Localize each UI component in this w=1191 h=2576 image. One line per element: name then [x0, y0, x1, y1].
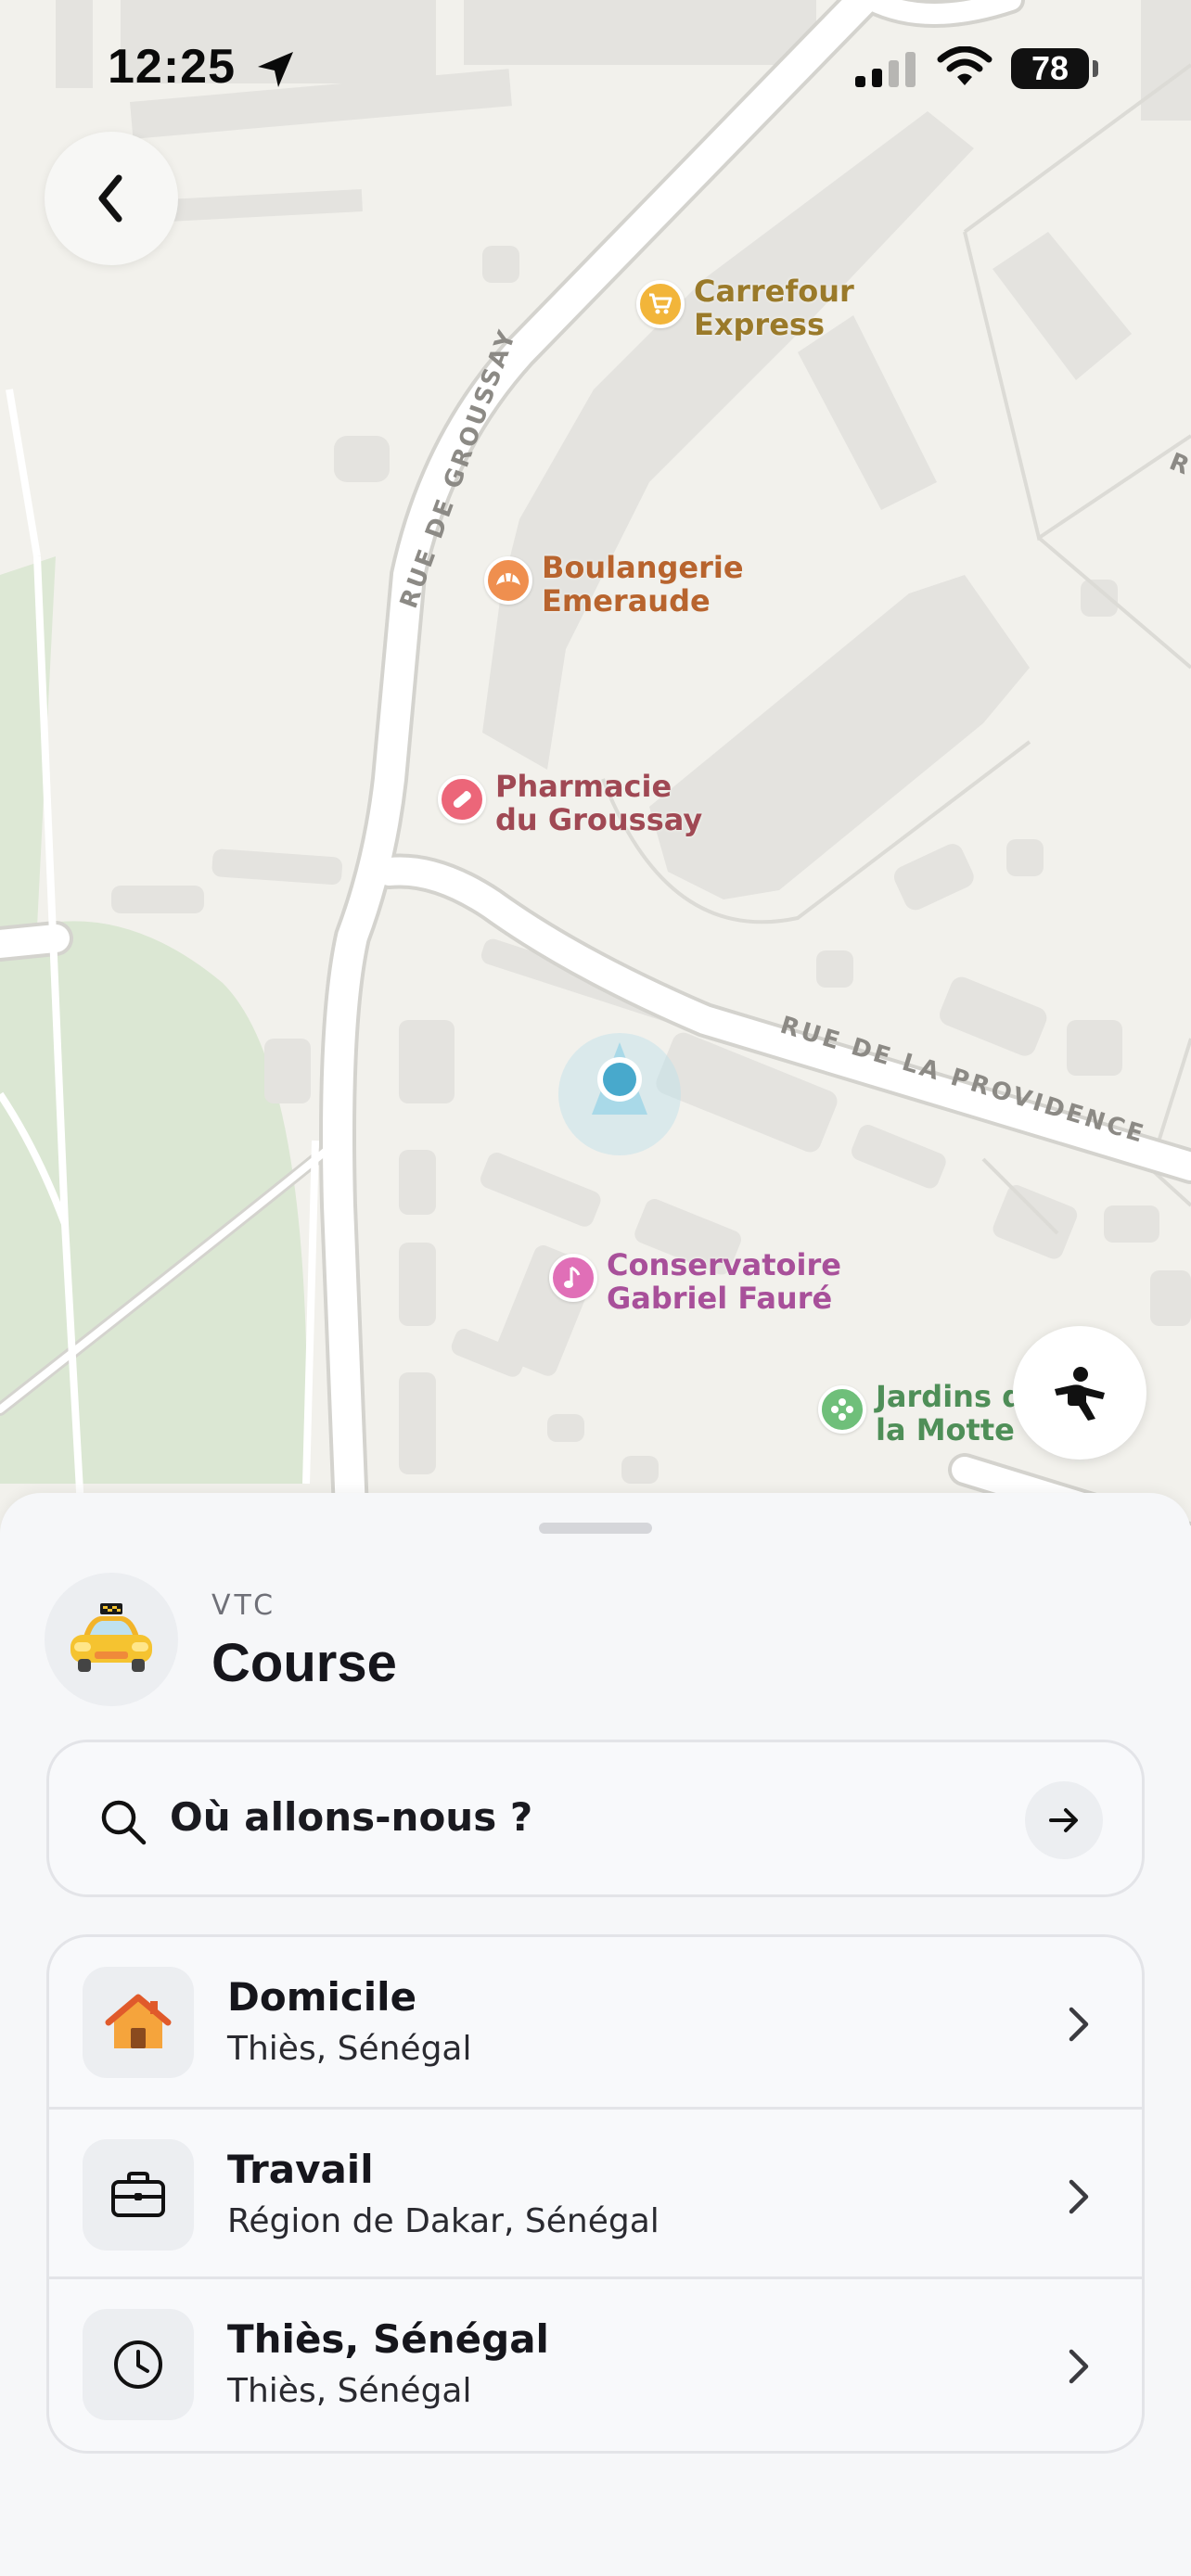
- service-title: Course: [211, 1633, 397, 1693]
- back-button[interactable]: [45, 132, 178, 265]
- taxi-icon: [45, 1573, 178, 1706]
- status-bar: 12:25 78: [0, 0, 1191, 139]
- poi-name-line1: Conservatoire: [607, 1247, 841, 1282]
- user-location-marker: [558, 1033, 681, 1155]
- chevron-right-icon: [1069, 2349, 1089, 2384]
- wifi-icon: [937, 46, 992, 85]
- destination-search-field[interactable]: Où allons-nous ?: [46, 1740, 1145, 1897]
- map-view[interactable]: RUE DE GROUSSAY RUE DE LA PROVIDENCE R C…: [0, 0, 1191, 1558]
- chevron-right-icon: [1069, 2007, 1089, 2042]
- poi-name-line1: Boulangerie: [542, 550, 744, 585]
- pill-icon: [438, 775, 486, 823]
- status-time: 12:25: [108, 40, 236, 94]
- poi-name-line1: Pharmacie: [495, 769, 672, 804]
- poi-name-line1: Jardins d: [876, 1379, 1024, 1414]
- poi-conservatoire-gabriel-faure[interactable]: Conservatoire Gabriel Fauré: [549, 1248, 841, 1315]
- home-icon: [83, 1967, 194, 2078]
- poi-name-line1: Carrefour: [694, 274, 854, 309]
- location-arrow-icon: [258, 52, 293, 87]
- briefcase-icon: [83, 2139, 194, 2251]
- poi-name-line2: Emeraude: [542, 583, 711, 618]
- place-name: Thiès, Sénégal: [227, 2316, 549, 2362]
- person-pointing-icon: [1055, 1367, 1105, 1421]
- poi-name-line2: Gabriel Fauré: [607, 1281, 833, 1316]
- poi-carrefour-express[interactable]: Carrefour Express: [636, 274, 854, 341]
- poi-name-line2: la Motte: [876, 1412, 1015, 1447]
- place-item-domicile[interactable]: Domicile Thiès, Sénégal: [49, 1937, 1142, 2107]
- poi-boulangerie-emeraude[interactable]: Boulangerie Emeraude: [484, 551, 744, 618]
- sheet-grabber[interactable]: [539, 1523, 652, 1534]
- chevron-left-icon: [98, 174, 122, 223]
- bottom-sheet[interactable]: VTC Course Où allons-nous ? Domicile Thi…: [0, 1493, 1191, 2576]
- battery-icon: 78: [1011, 48, 1089, 89]
- flower-icon: [818, 1385, 866, 1434]
- cart-icon: [636, 280, 685, 328]
- music-note-icon: [549, 1254, 597, 1302]
- place-name: Travail: [227, 2147, 374, 2192]
- place-subtitle: Thiès, Sénégal: [227, 2030, 472, 2068]
- service-category: VTC: [211, 1589, 277, 1622]
- arrow-right-icon: [1049, 1808, 1078, 1832]
- accessibility-button[interactable]: [1013, 1326, 1146, 1460]
- poi-pharmacie-du-groussay[interactable]: Pharmacie du Groussay: [438, 770, 702, 836]
- chevron-right-icon: [1069, 2179, 1089, 2214]
- cellular-signal-icon: [855, 52, 916, 87]
- poi-name-line2: Express: [694, 307, 825, 342]
- battery-level: 78: [1031, 49, 1069, 87]
- battery-cap: [1093, 60, 1098, 77]
- poi-name-line2: du Groussay: [495, 802, 703, 837]
- clock-icon: [83, 2309, 194, 2420]
- poi-jardins-de-la-motte[interactable]: Jardins d la Motte: [818, 1380, 1023, 1447]
- place-name: Domicile: [227, 1974, 417, 2020]
- place-subtitle: Thiès, Sénégal: [227, 2372, 472, 2410]
- place-item-recent-thies[interactable]: Thiès, Sénégal Thiès, Sénégal: [49, 2276, 1142, 2446]
- croissant-icon: [484, 556, 532, 605]
- search-icon: [101, 1800, 147, 1845]
- search-placeholder: Où allons-nous ?: [170, 1794, 533, 1840]
- place-subtitle: Région de Dakar, Sénégal: [227, 2202, 660, 2240]
- place-item-travail[interactable]: Travail Région de Dakar, Sénégal: [49, 2107, 1142, 2276]
- search-submit-button[interactable]: [1025, 1781, 1103, 1859]
- saved-places-list: Domicile Thiès, Sénégal Travail Région d…: [46, 1934, 1145, 2454]
